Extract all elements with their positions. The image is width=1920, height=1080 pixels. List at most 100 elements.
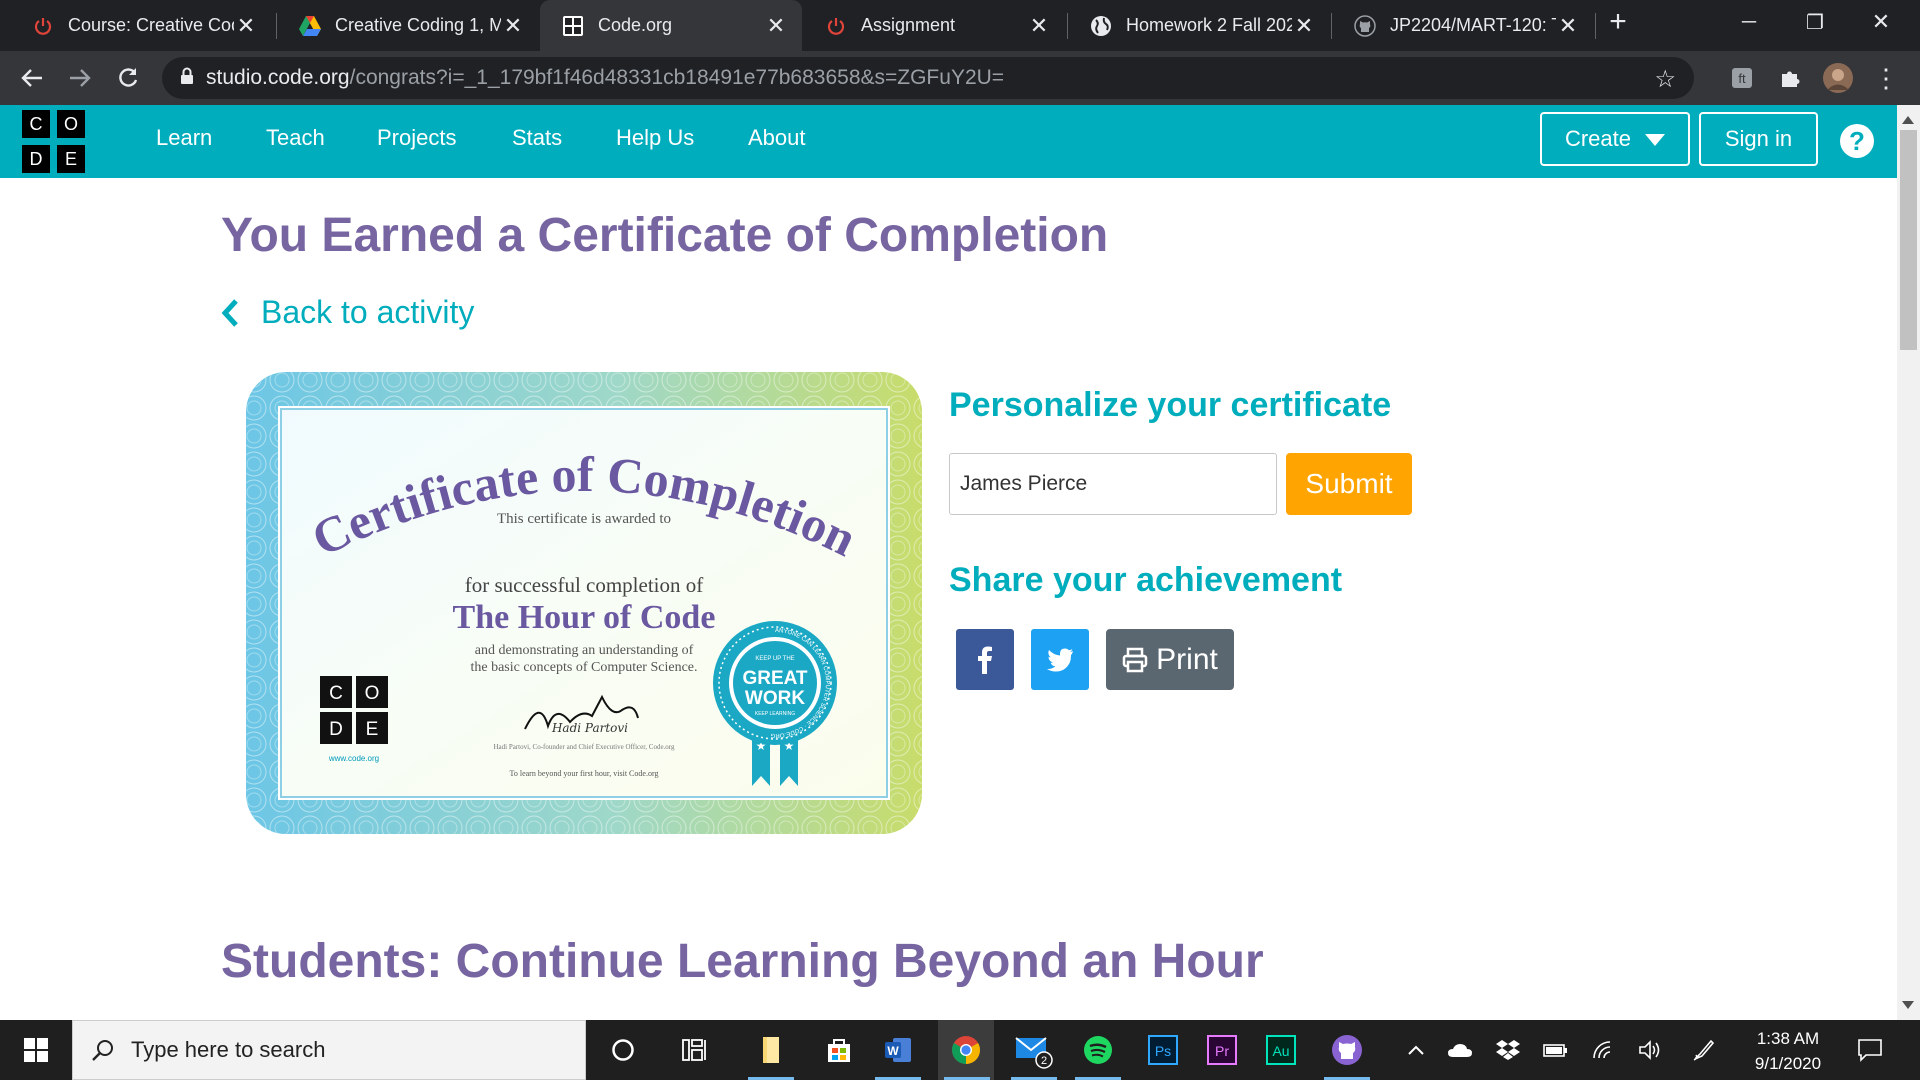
twitter-share-button[interactable]: [1031, 629, 1089, 690]
certificate-name-input[interactable]: [949, 453, 1277, 515]
svg-text:GREAT: GREAT: [742, 668, 807, 689]
google-drive-icon: [299, 15, 321, 37]
close-tab-icon[interactable]: ✕: [764, 13, 788, 38]
close-tab-icon[interactable]: ✕: [1556, 13, 1580, 38]
sign-in-button[interactable]: Sign in: [1699, 112, 1818, 166]
mail-icon[interactable]: 2: [1005, 1020, 1063, 1080]
tab-course-creative-coding[interactable]: Course: Creative Cod ✕: [10, 0, 272, 51]
wifi-icon[interactable]: [1586, 1020, 1622, 1080]
close-tab-icon[interactable]: ✕: [1027, 13, 1051, 38]
volume-icon[interactable]: [1632, 1020, 1668, 1080]
nav-about[interactable]: About: [748, 125, 806, 151]
nav-teach[interactable]: Teach: [266, 125, 325, 151]
logo-letter: C: [22, 110, 50, 138]
show-hidden-icons-chevron[interactable]: [1400, 1020, 1432, 1080]
globe-icon: [1090, 15, 1112, 37]
github-desktop-icon[interactable]: [1318, 1020, 1376, 1080]
scrollbar-thumb[interactable]: [1900, 130, 1917, 350]
close-tab-icon[interactable]: ✕: [501, 13, 525, 38]
svg-text:W: W: [887, 1044, 899, 1058]
address-bar[interactable]: studio.code.org /congrats?i=_1_179bf1f46…: [162, 57, 1694, 99]
nav-projects[interactable]: Projects: [377, 125, 456, 151]
caret-down-icon: [1645, 126, 1666, 152]
photoshop-icon[interactable]: Ps: [1134, 1020, 1192, 1080]
chevron-left-icon: [221, 298, 238, 327]
certificate-awarded-text: This certificate is awarded to: [497, 511, 671, 527]
code-org-logo[interactable]: C O D E: [22, 110, 88, 174]
browser-tab-strip: Course: Creative Cod ✕ Creative Coding 1…: [0, 0, 1920, 51]
power-icon: [32, 15, 54, 37]
taskbar-clock[interactable]: 1:38 AM 9/1/2020: [1740, 1026, 1836, 1076]
search-icon: [92, 1040, 113, 1061]
minimize-button[interactable]: ─: [1716, 0, 1782, 44]
students-section-heading: Students: Continue Learning Beyond an Ho…: [221, 935, 1264, 988]
personalize-heading: Personalize your certificate: [949, 386, 1392, 424]
puzzle-extensions-icon[interactable]: [1772, 60, 1808, 96]
certificate-image: Certificate of Completion This certifica…: [240, 366, 928, 840]
windows-start-button[interactable]: [0, 1020, 72, 1080]
new-tab-button[interactable]: +: [1590, 0, 1646, 44]
share-heading: Share your achievement: [949, 561, 1343, 599]
taskbar-search-box[interactable]: Type here to search: [72, 1020, 586, 1080]
tab-github-repo[interactable]: JP2204/MART-120: T ✕: [1332, 0, 1594, 51]
premiere-icon[interactable]: Pr: [1193, 1020, 1251, 1080]
submit-button[interactable]: Submit: [1286, 453, 1412, 515]
print-button[interactable]: Print: [1106, 629, 1234, 690]
scroll-up-arrow-icon[interactable]: [1902, 111, 1914, 129]
cortana-icon[interactable]: [594, 1020, 652, 1080]
page-scrollbar[interactable]: [1897, 105, 1920, 1020]
close-tab-icon[interactable]: ✕: [234, 13, 258, 38]
close-window-button[interactable]: ✕: [1848, 0, 1914, 44]
tab-creative-coding-1[interactable]: Creative Coding 1, M ✕: [277, 0, 539, 51]
clock-time: 1:38 AM: [1756, 1029, 1820, 1048]
twitter-icon: [1047, 648, 1073, 671]
tab-homework-2[interactable]: Homework 2 Fall 202 ✕: [1068, 0, 1330, 51]
forward-button[interactable]: [62, 60, 98, 96]
back-label: Back to activity: [261, 294, 475, 330]
nav-help-us[interactable]: Help Us: [616, 125, 694, 151]
action-center-icon[interactable]: [1850, 1020, 1890, 1080]
extension-icon[interactable]: ft: [1724, 60, 1760, 96]
profile-avatar[interactable]: [1820, 60, 1856, 96]
word-icon[interactable]: W: [869, 1020, 927, 1080]
microsoft-store-icon[interactable]: [810, 1020, 868, 1080]
printer-icon: [1122, 647, 1148, 672]
nav-stats[interactable]: Stats: [512, 125, 562, 151]
windows-logo-icon: [24, 1038, 48, 1062]
svg-text:O: O: [365, 683, 380, 704]
chrome-menu-icon[interactable]: ⋮: [1868, 60, 1904, 96]
facebook-share-button[interactable]: [956, 629, 1014, 690]
tab-assignment[interactable]: Assignment ✕: [803, 0, 1065, 51]
sign-in-label: Sign in: [1724, 126, 1793, 151]
spotify-icon[interactable]: [1069, 1020, 1127, 1080]
back-to-activity-link[interactable]: Back to activity: [221, 294, 474, 331]
help-question-icon[interactable]: ?: [1840, 124, 1874, 158]
back-button[interactable]: [14, 60, 50, 96]
svg-text:C: C: [329, 683, 343, 704]
chrome-icon[interactable]: [938, 1020, 994, 1080]
create-dropdown-button[interactable]: Create: [1540, 112, 1690, 166]
restore-button[interactable]: ❐: [1782, 0, 1848, 44]
pen-ink-icon[interactable]: [1686, 1020, 1722, 1080]
svg-text:Pr: Pr: [1215, 1043, 1229, 1059]
clock-date: 9/1/2020: [1754, 1054, 1822, 1073]
scroll-down-arrow-icon[interactable]: [1902, 996, 1914, 1014]
nav-learn[interactable]: Learn: [156, 125, 212, 151]
bookmark-star-icon[interactable]: ☆: [1654, 65, 1676, 94]
audition-icon[interactable]: Au: [1252, 1020, 1310, 1080]
dropbox-icon[interactable]: [1490, 1020, 1526, 1080]
file-explorer-icon[interactable]: [742, 1020, 800, 1080]
battery-icon[interactable]: [1538, 1020, 1574, 1080]
browser-toolbar: studio.code.org /congrats?i=_1_179bf1f46…: [0, 51, 1920, 105]
task-view-icon[interactable]: [666, 1020, 724, 1080]
close-tab-icon[interactable]: ✕: [1292, 13, 1316, 38]
onedrive-icon[interactable]: [1442, 1020, 1478, 1080]
tab-code-org[interactable]: Code.org ✕: [540, 0, 802, 51]
certificate-website: www.code.org: [328, 754, 379, 763]
reload-button[interactable]: [110, 60, 146, 96]
tab-title: Creative Coding 1, M: [335, 15, 501, 35]
certificate-for-completion-text: for successful completion of: [465, 573, 704, 597]
tab-title: Assignment: [861, 15, 956, 35]
facebook-icon: [978, 646, 992, 674]
svg-text:D: D: [329, 719, 343, 740]
